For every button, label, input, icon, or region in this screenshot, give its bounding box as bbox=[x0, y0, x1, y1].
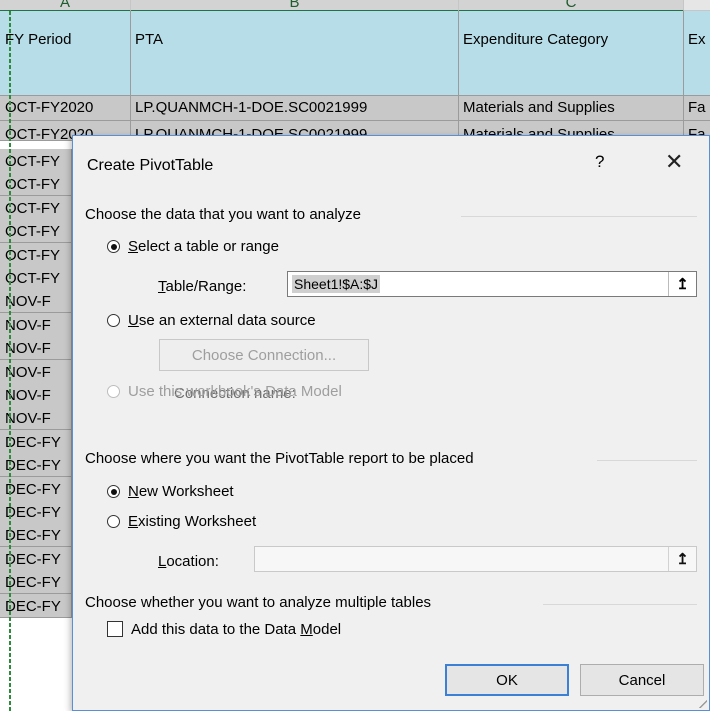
cancel-button[interactable]: Cancel bbox=[580, 664, 704, 696]
radio-data-model[interactable]: Use this workbook's Data Model bbox=[107, 383, 342, 400]
add-data-model-checkbox[interactable] bbox=[107, 621, 123, 637]
radio-dot bbox=[107, 485, 120, 498]
section-multi-label: Choose whether you want to analyze multi… bbox=[85, 594, 432, 611]
radio-dot bbox=[107, 314, 120, 327]
cell-fy-period[interactable]: OCT-FY2020 bbox=[0, 96, 131, 121]
cell-pta[interactable]: LP.QUANMCH-1-DOE.SC0021999 bbox=[131, 96, 459, 121]
selection-marquee bbox=[9, 11, 11, 711]
collapse-dialog-icon[interactable]: ↥ bbox=[668, 547, 696, 571]
table-range-input[interactable]: Sheet1!$A:$J ↥ bbox=[287, 271, 697, 297]
radio-new-worksheet[interactable]: New Worksheet bbox=[107, 483, 234, 500]
location-input[interactable]: ↥ bbox=[254, 546, 697, 572]
location-label: Location: bbox=[158, 553, 219, 570]
option-label: Use this workbook's Data Model bbox=[128, 383, 342, 400]
table-range-label: Table/Range: bbox=[158, 278, 247, 295]
header-cell-expenditure-category[interactable]: Expenditure Category bbox=[459, 11, 684, 96]
cell-expenditure-category[interactable]: Materials and Supplies bbox=[459, 96, 684, 121]
option-label: New Worksheet bbox=[128, 483, 234, 500]
help-icon[interactable]: ? bbox=[595, 152, 604, 172]
header-cell-partial[interactable]: Ex bbox=[684, 11, 710, 96]
header-cell-fy-period[interactable]: FY Period bbox=[0, 11, 131, 96]
option-label: Use an external data source bbox=[128, 312, 316, 329]
cell-partial[interactable]: Fa bbox=[684, 96, 710, 121]
radio-dot bbox=[107, 515, 120, 528]
table-header-row: FY Period PTA Expenditure Category Ex bbox=[0, 11, 710, 96]
table-range-value: Sheet1!$A:$J bbox=[292, 275, 381, 293]
dialog-title: Create PivotTable bbox=[87, 157, 214, 174]
radio-existing-worksheet[interactable]: Existing Worksheet bbox=[107, 513, 256, 530]
resize-grip-icon[interactable] bbox=[697, 698, 707, 708]
add-data-model-label[interactable]: Add this data to the Data Model bbox=[131, 621, 341, 638]
radio-dot bbox=[107, 240, 120, 253]
choose-connection-button[interactable]: Choose Connection... bbox=[159, 339, 369, 371]
column-header-bar: A B C bbox=[0, 0, 710, 12]
divider bbox=[461, 216, 697, 217]
close-icon[interactable]: ✕ bbox=[665, 149, 683, 175]
option-label: Existing Worksheet bbox=[128, 513, 257, 530]
divider bbox=[597, 460, 697, 461]
section-place-label: Choose where you want the PivotTable rep… bbox=[85, 450, 474, 467]
create-pivottable-dialog: Create PivotTable ? ✕ Choose the data th… bbox=[72, 135, 710, 711]
section-data-label: Choose the data that you want to analyze bbox=[85, 206, 362, 223]
radio-dot bbox=[107, 385, 120, 398]
radio-select-table-range[interactable]: Select a table or range bbox=[107, 238, 279, 255]
divider bbox=[543, 604, 697, 605]
header-cell-pta[interactable]: PTA bbox=[131, 11, 459, 96]
option-label: Select a table or range bbox=[128, 238, 279, 255]
table-row: OCT-FY2020 LP.QUANMCH-1-DOE.SC0021999 Ma… bbox=[0, 96, 710, 121]
radio-external-source[interactable]: Use an external data source bbox=[107, 312, 316, 329]
ok-button[interactable]: OK bbox=[445, 664, 569, 696]
collapse-dialog-icon[interactable]: ↥ bbox=[668, 272, 696, 296]
